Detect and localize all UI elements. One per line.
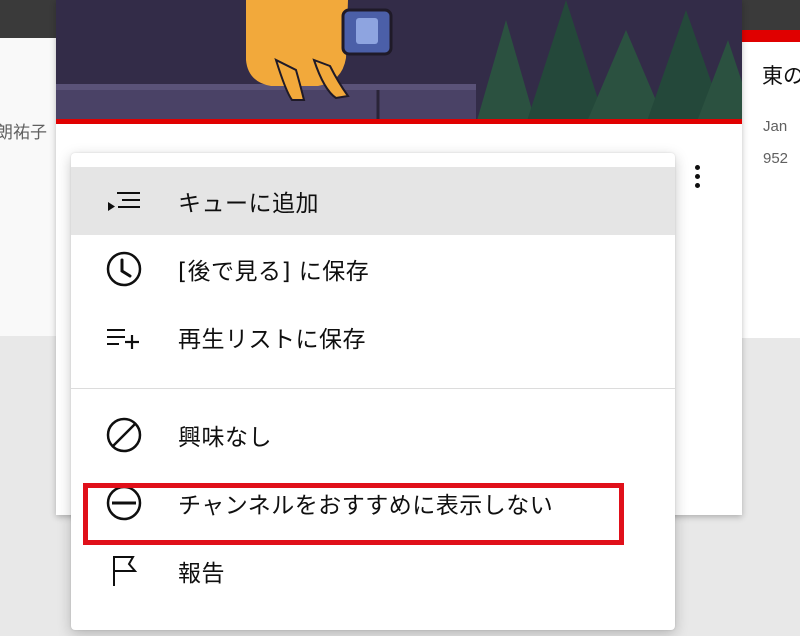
video-context-menu: キューに追加 [後で見る] に保存 再生リストに保存 興味なし チャンネルをおす… <box>71 153 675 630</box>
menu-item-label: チャンネルをおすすめに表示しない <box>178 493 554 519</box>
right-video-views-fragment: 952 <box>763 150 789 167</box>
minus-circle-icon <box>103 482 145 524</box>
right-video-date-fragment: Jan <box>763 118 788 135</box>
menu-item-save-to-playlist[interactable]: 再生リストに保存 <box>71 303 675 371</box>
menu-item-dont-recommend-channel[interactable]: チャンネルをおすすめに表示しない <box>71 469 675 537</box>
watched-progress-bar <box>56 119 742 124</box>
vertical-ellipsis-icon <box>694 173 700 179</box>
playlist-add-icon <box>103 316 145 358</box>
menu-divider <box>71 388 675 389</box>
thumbnail-illustration <box>56 0 742 124</box>
vertical-ellipsis-icon <box>694 182 700 188</box>
menu-item-report[interactable]: 報告 <box>71 537 675 605</box>
menu-item-label: [後で見る] に保存 <box>178 259 370 285</box>
add-to-queue-icon <box>103 180 145 222</box>
left-channel-name-fragment: 朗祐子 <box>0 123 47 143</box>
menu-item-label: 報告 <box>178 561 225 587</box>
clock-icon <box>103 248 145 290</box>
menu-item-label: 興味なし <box>178 425 272 451</box>
menu-item-label: キューに追加 <box>178 191 319 217</box>
flag-icon <box>103 550 145 592</box>
vertical-ellipsis-icon <box>694 164 700 170</box>
video-thumbnail[interactable] <box>56 0 742 124</box>
menu-item-save-to-watch-later[interactable]: [後で見る] に保存 <box>71 235 675 303</box>
red-accent-edge <box>742 30 800 38</box>
more-actions-button[interactable] <box>682 156 712 196</box>
menu-item-not-interested[interactable]: 興味なし <box>71 401 675 469</box>
menu-item-label: 再生リストに保存 <box>178 327 366 353</box>
right-video-title-fragment[interactable]: 東の <box>762 60 800 90</box>
prohibited-icon <box>103 414 145 456</box>
menu-item-add-to-queue[interactable]: キューに追加 <box>71 167 675 235</box>
